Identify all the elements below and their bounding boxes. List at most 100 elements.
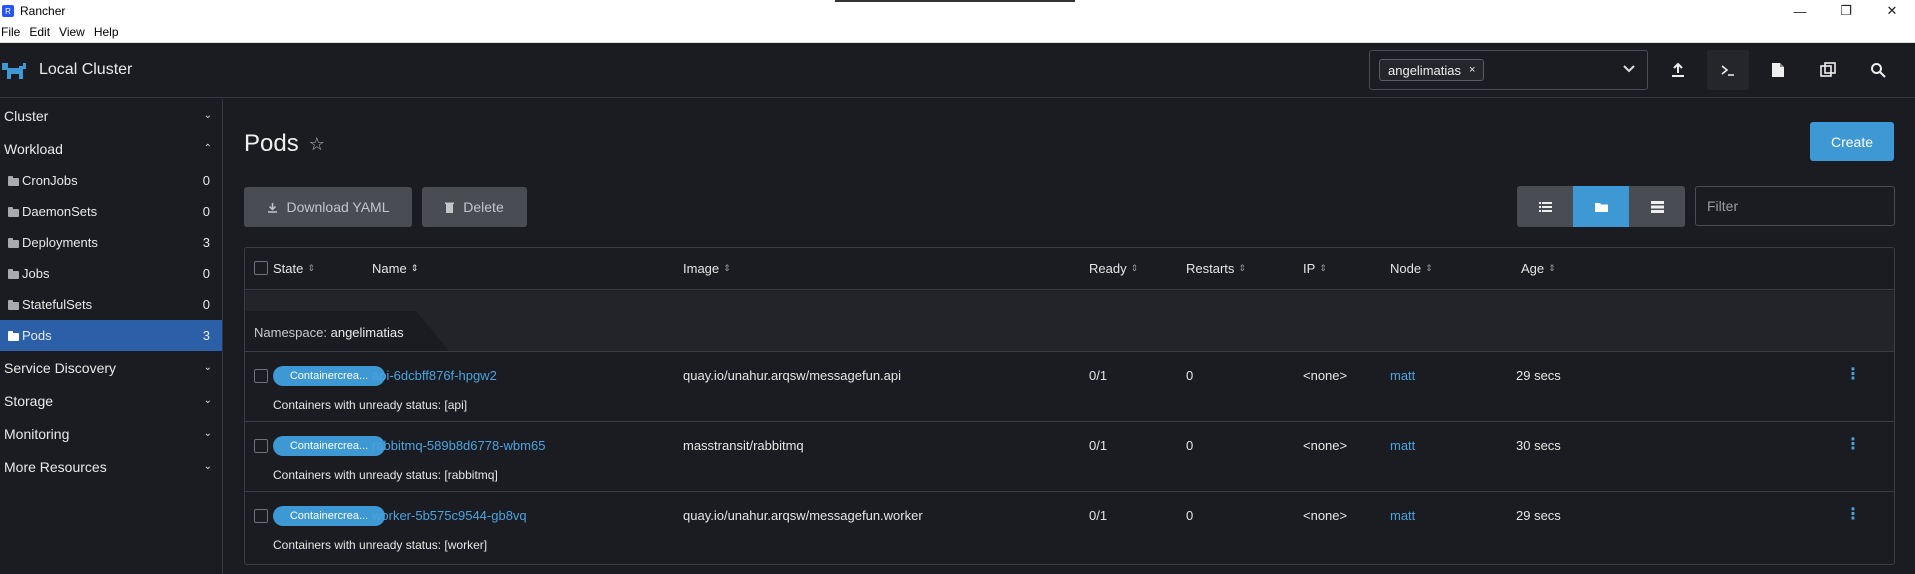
folder-icon <box>8 330 19 341</box>
menu-view[interactable]: View <box>58 25 85 39</box>
download-kubeconfig-button[interactable] <box>1757 50 1799 90</box>
chevron-down-icon[interactable] <box>1623 62 1635 76</box>
namespace-group-row: Namespace: angelimatias <box>245 291 1894 351</box>
row-actions-icon[interactable]: ⋮ <box>1845 367 1861 383</box>
row-checkbox[interactable] <box>254 509 268 523</box>
pod-name-link[interactable]: api-6dcbff876f-hpgw2 <box>372 368 497 383</box>
rancher-logo-icon[interactable] <box>0 57 28 85</box>
cluster-name[interactable]: Local Cluster <box>39 61 132 79</box>
folder-icon <box>8 237 19 248</box>
column-header-ready[interactable]: Ready ⇕ <box>1089 261 1138 276</box>
namespace-selector[interactable]: angelimatias × <box>1369 50 1648 90</box>
sidebar-item-statefulsets[interactable]: StatefulSets 0 <box>0 289 222 320</box>
close-window-button[interactable]: ✕ <box>1869 0 1915 22</box>
pod-name-link[interactable]: worker-5b575c9544-gb8vq <box>372 508 527 523</box>
column-header-node[interactable]: Node ⇕ <box>1390 261 1433 276</box>
sidebar-item-count: 0 <box>202 266 210 281</box>
sidebar-item-pods[interactable]: Pods 3 <box>0 320 222 351</box>
column-header-restarts[interactable]: Restarts ⇕ <box>1186 261 1246 276</box>
sidebar-group-workload[interactable]: Workload ⌃ <box>0 132 222 165</box>
sidebar-group-cluster[interactable]: Cluster ⌄ <box>0 99 222 132</box>
sidebar-group-label: Monitoring <box>4 425 70 442</box>
kubectl-shell-button[interactable] <box>1707 50 1749 90</box>
pod-ready: 0/1 <box>1089 438 1108 453</box>
title-drag-indicator <box>835 0 1075 2</box>
sidebar-item-label: CronJobs <box>22 173 78 188</box>
pods-table: State ⇕ Name ⇕ Image ⇕ Ready ⇕ Restarts ⇕ IP ⇕… <box>244 247 1895 565</box>
sidebar-item-count: 3 <box>202 235 210 250</box>
upload-icon <box>1672 62 1684 77</box>
remove-namespace-icon[interactable]: × <box>1469 64 1475 76</box>
sidebar-group-label: More Resources <box>4 458 107 475</box>
sidebar-group-label: Workload <box>4 140 63 157</box>
sidebar-item-label: Pods <box>22 328 52 343</box>
column-header-state[interactable]: State ⇕ <box>273 261 315 276</box>
sidebar-item-deployments[interactable]: Deployments 3 <box>0 227 222 258</box>
pod-node-link[interactable]: matt <box>1390 438 1415 453</box>
row-actions-icon[interactable]: ⋮ <box>1845 507 1861 523</box>
copy-kubeconfig-button[interactable] <box>1807 50 1849 90</box>
import-yaml-button[interactable] <box>1657 50 1699 90</box>
column-header-ip[interactable]: IP ⇕ <box>1303 261 1327 276</box>
search-button[interactable] <box>1857 50 1899 90</box>
folder-icon <box>8 175 19 186</box>
status-badge: Containercrea... <box>273 506 385 526</box>
group-by-namespace-button[interactable] <box>1573 186 1629 227</box>
column-label: Image <box>683 261 720 276</box>
sidebar-item-cronjobs[interactable]: CronJobs 0 <box>0 165 222 196</box>
column-header-image[interactable]: Image ⇕ <box>683 261 731 276</box>
pod-node-link[interactable]: matt <box>1390 368 1415 383</box>
menu-file[interactable]: File <box>0 25 20 39</box>
pod-status-detail: Containers with unready status: [rabbitm… <box>273 468 498 482</box>
sidebar-group-monitoring[interactable]: Monitoring ⌄ <box>0 417 222 450</box>
minimize-button[interactable]: — <box>1777 0 1823 22</box>
pod-ip: <none> <box>1303 438 1348 453</box>
pod-node-link[interactable]: matt <box>1390 508 1415 523</box>
chevron-up-icon: ⌃ <box>203 143 212 154</box>
sort-icon: ⇕ <box>723 263 731 273</box>
select-all-checkbox[interactable] <box>254 261 268 275</box>
sidebar: Cluster ⌄ Workload ⌃ CronJobs 0 DaemonSe… <box>0 99 223 574</box>
flat-list-view-button[interactable] <box>1517 186 1573 227</box>
sidebar-group-storage[interactable]: Storage ⌄ <box>0 384 222 417</box>
download-yaml-label: Download YAML <box>286 199 390 215</box>
pod-image: quay.io/unahur.arqsw/messagefun.api <box>683 368 902 383</box>
row-checkbox[interactable] <box>254 369 268 383</box>
row-actions-icon[interactable]: ⋮ <box>1845 437 1861 453</box>
column-header-name[interactable]: Name ⇕ <box>372 261 418 276</box>
sidebar-item-daemonsets[interactable]: DaemonSets 0 <box>0 196 222 227</box>
folder-icon <box>1594 202 1608 212</box>
trash-icon <box>445 202 455 213</box>
table-row: Containercrea... api-6dcbff876f-hpgw2 qu… <box>245 351 1894 421</box>
view-mode-toggle <box>1517 186 1685 227</box>
pod-age: 30 secs <box>1516 438 1561 453</box>
column-header-age[interactable]: Age ⇕ <box>1521 261 1556 276</box>
copy-icon <box>1820 62 1836 77</box>
filter-input[interactable]: Filter <box>1695 186 1895 226</box>
menu-edit[interactable]: Edit <box>28 25 50 39</box>
sidebar-group-more-resources[interactable]: More Resources ⌄ <box>0 450 222 483</box>
list-icon <box>1538 201 1552 212</box>
create-button[interactable]: Create <box>1810 122 1894 161</box>
column-label: Ready <box>1089 261 1127 276</box>
download-yaml-button[interactable]: Download YAML <box>244 187 412 227</box>
column-label: Restarts <box>1186 261 1235 276</box>
maximize-button[interactable]: ❐ <box>1823 0 1869 22</box>
table-row: Containercrea... worker-5b575c9544-gb8vq… <box>245 491 1894 561</box>
menu-help[interactable]: Help <box>93 25 119 39</box>
sidebar-group-service-discovery[interactable]: Service Discovery ⌄ <box>0 351 222 384</box>
chevron-down-icon: ⌄ <box>203 362 212 373</box>
top-header: Local Cluster angelimatias × <box>0 43 1915 98</box>
pod-image: quay.io/unahur.arqsw/messagefun.worker <box>683 508 923 523</box>
row-checkbox[interactable] <box>254 439 268 453</box>
pod-restarts: 0 <box>1186 368 1194 383</box>
column-label: State <box>273 261 304 276</box>
sidebar-item-jobs[interactable]: Jobs 0 <box>0 258 222 289</box>
pod-image: masstransit/rabbitmq <box>683 438 804 453</box>
pod-name-link[interactable]: rabbitmq-589b8d6778-wbm65 <box>372 438 545 453</box>
star-icon[interactable]: ☆ <box>309 134 325 155</box>
delete-button[interactable]: Delete <box>422 187 527 227</box>
rancher-app-icon: R <box>2 5 14 17</box>
sidebar-item-count: 0 <box>202 204 210 219</box>
group-by-node-button[interactable] <box>1629 186 1685 227</box>
